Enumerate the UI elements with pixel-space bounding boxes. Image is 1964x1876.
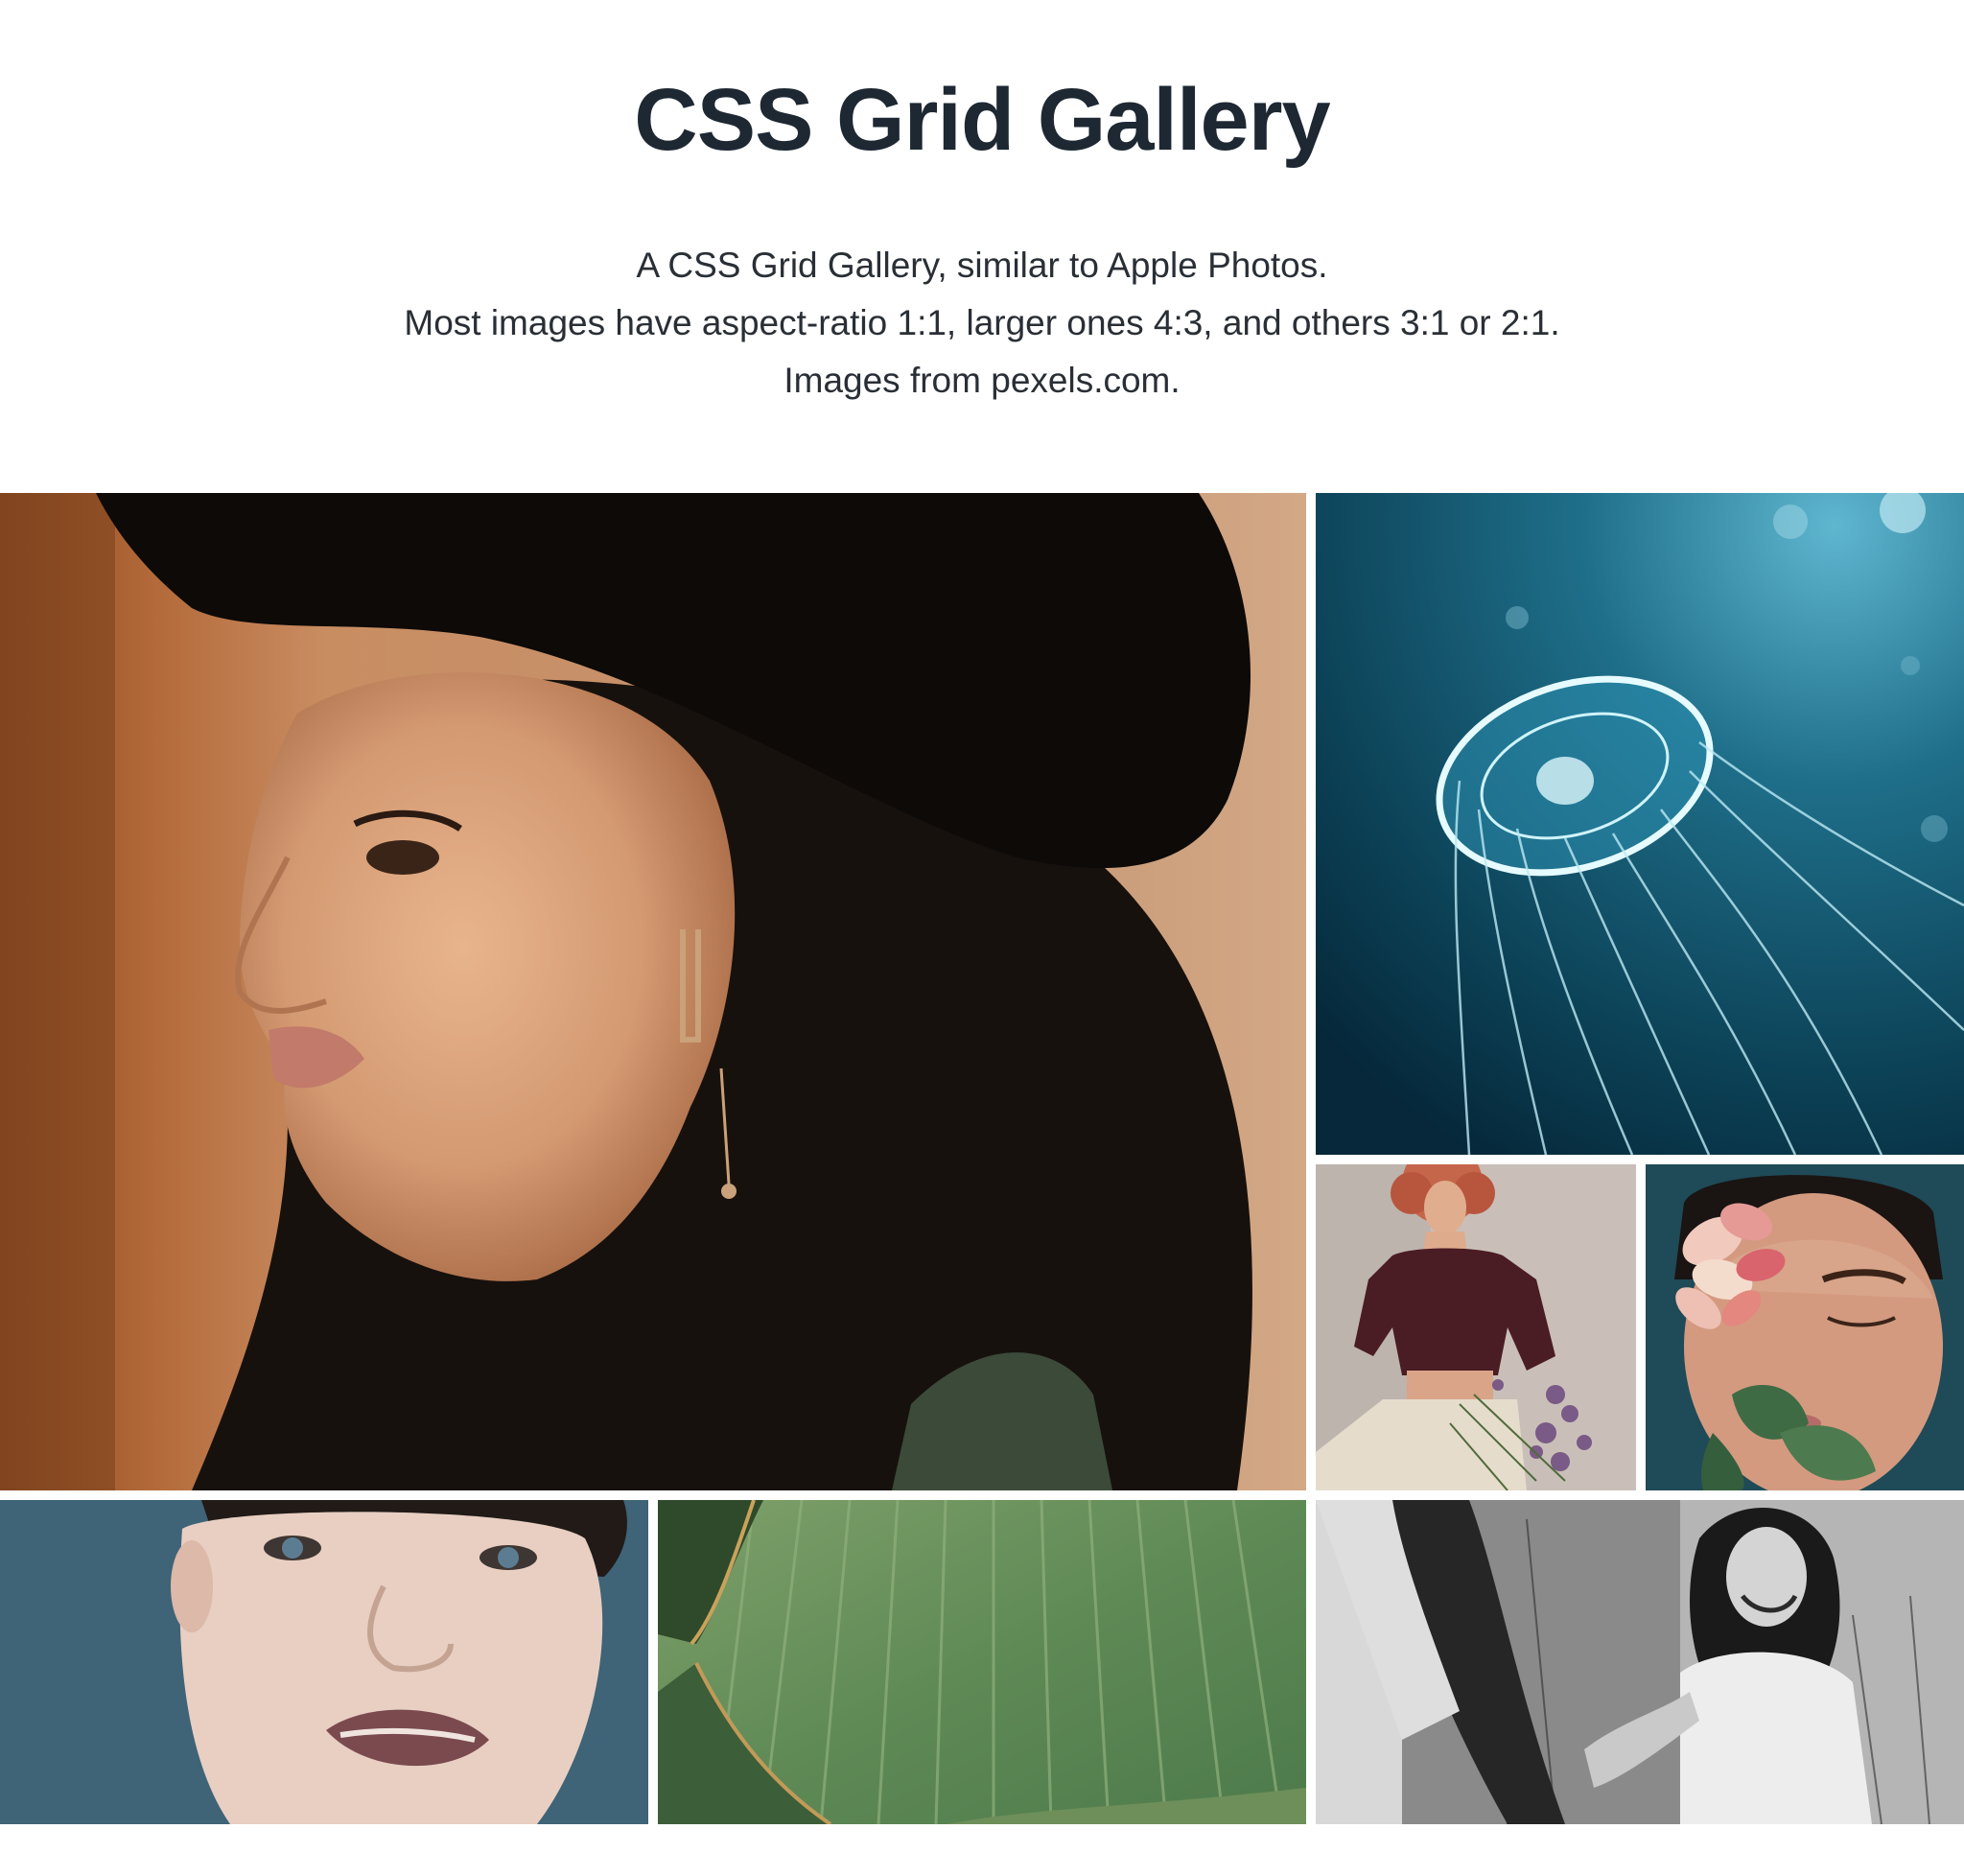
gallery-image-woman-hat[interactable] xyxy=(0,493,1306,1490)
intro-line-1: A CSS Grid Gallery, similar to Apple Pho… xyxy=(636,246,1328,285)
woman-hat-photo xyxy=(0,493,1306,1490)
page: CSS Grid Gallery A CSS Grid Gallery, sim… xyxy=(0,0,1964,1876)
intro-text: A CSS Grid Gallery, similar to Apple Pho… xyxy=(0,237,1964,410)
intro-line-2: Most images have aspect-ratio 1:1, large… xyxy=(404,303,1560,342)
rose-petals-photo xyxy=(1646,1164,1964,1490)
close-up-face-photo xyxy=(0,1500,648,1824)
gallery-image-jellyfish[interactable] xyxy=(1316,493,1964,1155)
intro-line-3: Images from pexels.com. xyxy=(783,361,1181,400)
gallery-image-banana-leaf[interactable] xyxy=(658,1500,1306,1824)
curly-hair-photo xyxy=(1316,1164,1636,1490)
gallery-image-curly-hair[interactable] xyxy=(1316,1164,1636,1490)
jellyfish-photo xyxy=(1316,493,1964,1155)
couple-bw-photo xyxy=(1316,1500,1964,1824)
page-title: CSS Grid Gallery xyxy=(634,71,1330,169)
banana-leaf-photo xyxy=(658,1500,1306,1824)
gallery-image-close-up-face[interactable] xyxy=(0,1500,648,1824)
gallery-image-couple-bw[interactable] xyxy=(1316,1500,1964,1824)
gallery-image-rose-petals[interactable] xyxy=(1646,1164,1964,1490)
